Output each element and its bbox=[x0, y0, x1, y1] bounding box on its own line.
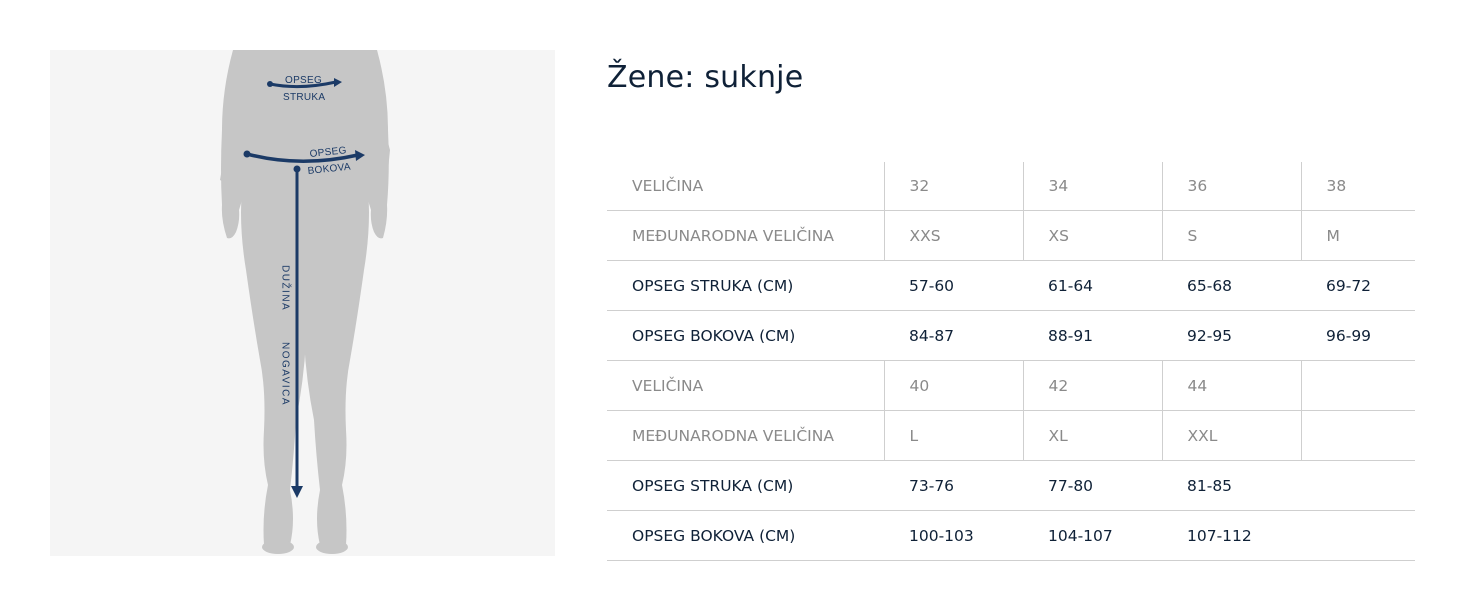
value-cell: L bbox=[883, 410, 1023, 461]
row-header-cell: OPSEG BOKOVA (CM) bbox=[607, 510, 884, 561]
waist-label-line1: OPSEG bbox=[285, 75, 322, 86]
table-row: MEĐUNARODNA VELIČINA L XL XXL bbox=[607, 410, 1415, 461]
table-row: VELIČINA 40 42 44 bbox=[607, 360, 1415, 411]
waist-label-line2: STRUKA bbox=[283, 92, 325, 103]
value-cell: 104-107 bbox=[1023, 510, 1162, 561]
row-header-cell: VELIČINA bbox=[607, 360, 884, 411]
value-cell: 38 bbox=[1300, 162, 1415, 211]
row-header-cell: MEĐUNARODNA VELIČINA bbox=[607, 210, 884, 261]
body-measurement-illustration: OPSEG STRUKA OPSEG BOKOVA DUŽINA NOGAVIC… bbox=[50, 50, 555, 556]
value-cell: XXS bbox=[883, 210, 1023, 261]
value-cell: 57-60 bbox=[884, 260, 1023, 311]
body-silhouette-figure: OPSEG STRUKA OPSEG BOKOVA DUŽINA NOGAVIC… bbox=[220, 50, 390, 554]
value-cell bbox=[1300, 360, 1415, 411]
value-cell: 69-72 bbox=[1301, 260, 1415, 311]
table-row: OPSEG STRUKA (CM) 57-60 61-64 65-68 69-72 bbox=[607, 260, 1415, 311]
row-header-cell: OPSEG BOKOVA (CM) bbox=[607, 310, 884, 361]
value-cell: 81-85 bbox=[1162, 460, 1301, 511]
value-cell: 88-91 bbox=[1023, 310, 1162, 361]
value-cell: 44 bbox=[1161, 360, 1301, 411]
value-cell: 32 bbox=[883, 162, 1023, 211]
row-header-cell: OPSEG STRUKA (CM) bbox=[607, 260, 884, 311]
value-cell: M bbox=[1300, 210, 1415, 261]
value-cell: 36 bbox=[1161, 162, 1301, 211]
value-cell: XXL bbox=[1161, 410, 1301, 461]
value-cell: 42 bbox=[1022, 360, 1162, 411]
value-cell: 73-76 bbox=[884, 460, 1023, 511]
value-cell bbox=[1301, 460, 1415, 511]
value-cell: 107-112 bbox=[1162, 510, 1301, 561]
value-cell: 34 bbox=[1022, 162, 1162, 211]
row-header-cell: OPSEG STRUKA (CM) bbox=[607, 460, 884, 511]
value-cell bbox=[1301, 510, 1415, 561]
value-cell: 96-99 bbox=[1301, 310, 1415, 361]
value-cell: 65-68 bbox=[1162, 260, 1301, 311]
size-chart-table: VELIČINA 32 34 36 38 MEĐUNARODNA VELIČINA XXS X… bbox=[607, 162, 1415, 561]
length-label-word2: NOGAVICA bbox=[280, 342, 291, 406]
value-cell: 84-87 bbox=[884, 310, 1023, 361]
table-row: VELIČINA 32 34 36 38 bbox=[607, 162, 1415, 211]
body-silhouette bbox=[220, 50, 390, 554]
value-cell: XL bbox=[1022, 410, 1162, 461]
table-row: MEĐUNARODNA VELIČINA XXS XS S M bbox=[607, 210, 1415, 261]
value-cell: 40 bbox=[883, 360, 1023, 411]
table-row: OPSEG BOKOVA (CM) 100-103 104-107 107-112 bbox=[607, 510, 1415, 561]
value-cell: XS bbox=[1022, 210, 1162, 261]
value-cell bbox=[1300, 410, 1415, 461]
row-header-cell: MEĐUNARODNA VELIČINA bbox=[607, 410, 884, 461]
value-cell: 92-95 bbox=[1162, 310, 1301, 361]
value-cell: S bbox=[1161, 210, 1301, 261]
value-cell: 61-64 bbox=[1023, 260, 1162, 311]
value-cell: 77-80 bbox=[1023, 460, 1162, 511]
value-cell: 100-103 bbox=[884, 510, 1023, 561]
table-row: OPSEG BOKOVA (CM) 84-87 88-91 92-95 96-99 bbox=[607, 310, 1415, 361]
row-header-cell: VELIČINA bbox=[607, 162, 884, 211]
table-row: OPSEG STRUKA (CM) 73-76 77-80 81-85 bbox=[607, 460, 1415, 511]
page-title: Žene: suknje bbox=[607, 60, 804, 95]
